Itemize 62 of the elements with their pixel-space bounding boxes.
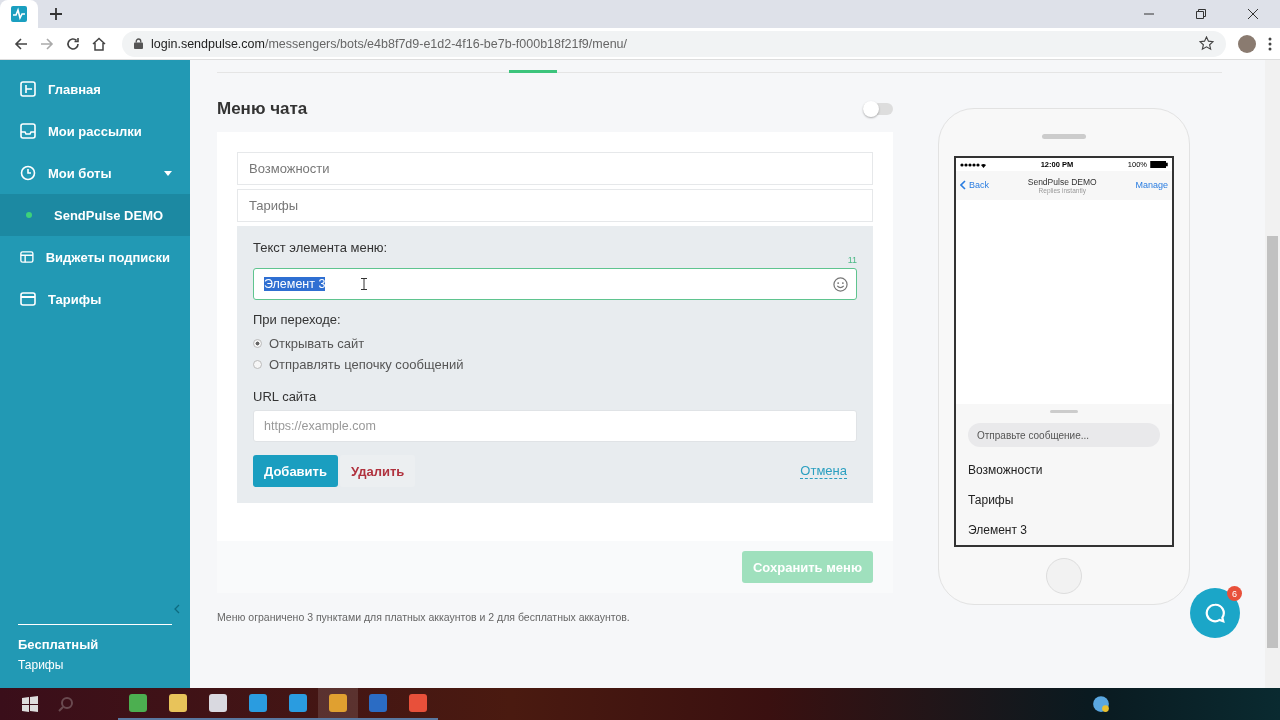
- menu-item[interactable]: Возможности: [237, 152, 873, 185]
- back-link[interactable]: Back: [960, 180, 989, 190]
- sidebar-item[interactable]: Виджеты подписки: [0, 236, 190, 278]
- menu-item[interactable]: Возможности: [968, 455, 1160, 485]
- cancel-link[interactable]: Отмена: [800, 463, 847, 479]
- page-title: Меню чата: [217, 99, 308, 119]
- inbox-icon: [20, 123, 36, 139]
- field-label: URL сайта: [253, 389, 318, 404]
- lock-icon: [134, 38, 143, 49]
- sidebar-item[interactable]: Мои боты: [0, 152, 190, 194]
- windows-start-icon[interactable]: [22, 696, 38, 712]
- card-icon: [20, 291, 36, 307]
- add-button[interactable]: Добавить: [253, 455, 338, 487]
- browser-tab[interactable]: [0, 0, 38, 28]
- manage-link[interactable]: Manage: [1135, 180, 1168, 190]
- new-tab-icon[interactable]: [50, 8, 62, 20]
- more-menu-icon[interactable]: [1268, 36, 1272, 51]
- back-arrow-icon[interactable]: [14, 36, 28, 51]
- home-icon[interactable]: [92, 36, 106, 51]
- app-icon[interactable]: [318, 688, 358, 720]
- signal-icon: [960, 161, 986, 168]
- restore-icon[interactable]: [1196, 9, 1206, 19]
- sidebar-item[interactable]: Мои рассылки: [0, 110, 190, 152]
- url-text: login.sendpulse.com/messengers/bots/e4b8f7d9-e1d2-4f16-be7b-f000b18f21f9/menu/: [151, 36, 628, 51]
- menu-item[interactable]: Элемент 3: [968, 515, 1160, 545]
- radio-option[interactable]: Открывать сайт: [253, 333, 857, 354]
- chat-button[interactable]: 6: [1190, 588, 1240, 638]
- sidebar-item[interactable]: Главная: [0, 68, 190, 110]
- window-icon: [20, 249, 34, 265]
- pulse-logo-icon: [11, 6, 27, 22]
- address-bar[interactable]: login.sendpulse.com/messengers/bots/e4b8f7d9-e1d2-4f16-be7b-f000b18f21f9/menu/: [122, 30, 1226, 57]
- notification-badge: 6: [1227, 586, 1242, 601]
- menu-item[interactable]: Тарифы: [968, 485, 1160, 515]
- url-field[interactable]: https://example.com: [253, 410, 857, 442]
- menu-item[interactable]: Тарифы: [237, 189, 873, 222]
- sidebar-item[interactable]: Тарифы: [0, 278, 190, 320]
- sidebar-item[interactable]: SendPulse DEMO: [0, 194, 190, 236]
- dashboard-icon: [20, 81, 36, 97]
- char-counter: 11: [847, 255, 857, 267]
- close-icon[interactable]: [1248, 9, 1258, 19]
- text-cursor-icon: [361, 278, 368, 290]
- plan-name: Бесплатный: [18, 637, 100, 652]
- chat-title: SendPulse DEMO: [1027, 176, 1097, 187]
- message-field[interactable]: Отправьте сообщение...: [968, 423, 1160, 447]
- smiley-icon[interactable]: [833, 276, 848, 292]
- field-label: При переходе:: [253, 312, 342, 327]
- chevron-left-icon: [960, 180, 966, 190]
- avatar-icon[interactable]: [1238, 34, 1256, 53]
- battery-icon: [1150, 161, 1168, 168]
- delete-button[interactable]: Удалить: [339, 455, 416, 487]
- scrollbar[interactable]: [1265, 60, 1280, 688]
- field-label: Текст элемента меню:: [253, 240, 389, 255]
- star-icon[interactable]: [1199, 36, 1214, 51]
- pricing-link[interactable]: Тарифы: [18, 658, 172, 672]
- globe-icon[interactable]: [1092, 695, 1110, 713]
- reload-icon[interactable]: [66, 36, 80, 51]
- chat-bubble-icon: [1204, 602, 1226, 624]
- text-field[interactable]: Элемент 3: [253, 268, 857, 300]
- limit-note: Меню ограничено 3 пунктами для платных аккаунтов и 2 для бесплатных аккаунтов.: [217, 611, 631, 623]
- clock-icon: [20, 165, 36, 181]
- radio-option[interactable]: Отправлять цепочку сообщений: [253, 354, 857, 375]
- toggle-switch[interactable]: [863, 103, 893, 115]
